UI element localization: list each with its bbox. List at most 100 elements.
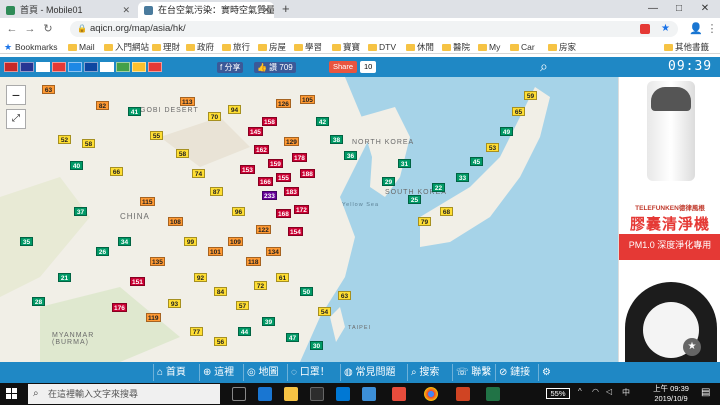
aqi-station-marker[interactable]: 153 [240,165,255,174]
bookmark-item[interactable]: 其他書籤 [664,41,709,53]
aqi-station-marker[interactable]: 58 [176,149,189,158]
aqi-station-marker[interactable]: 55 [150,131,163,140]
bookmark-item[interactable]: 入門網站 [104,41,149,53]
facebook-like-button[interactable]: 👍 讚 709 [254,62,296,73]
search-icon[interactable]: ⌕ [540,58,548,75]
aqi-station-marker[interactable]: 87 [210,187,223,196]
address-bar[interactable]: 🔒 aqicn.org/map/asia/hk/ ★ [70,21,678,37]
aqi-station-marker[interactable]: 126 [276,99,291,108]
aqi-station-marker[interactable]: 79 [418,217,431,226]
bookmark-item[interactable]: 醫院 [442,41,470,53]
bookmark-item[interactable]: 政府 [186,41,214,53]
battery-indicator[interactable]: 55% [546,388,570,399]
aqi-station-marker[interactable]: 68 [440,207,453,216]
aqi-station-marker[interactable]: 59 [524,91,537,100]
bookmark-item[interactable]: Mail [68,41,95,53]
bookmark-item[interactable]: DTV [368,41,396,53]
bookmark-item[interactable]: 寶寶 [332,41,360,53]
volume-icon[interactable]: ◁ [606,387,612,396]
aqi-map[interactable]: − ⤢ GOBI DESERT NORTH KOREA SOUTH KOREA … [0,77,618,362]
aqi-station-marker[interactable]: 155 [276,173,291,182]
nav-contact[interactable]: ☏ 聯繫 [452,364,491,381]
aqi-station-marker[interactable]: 113 [180,97,195,106]
aqi-station-marker[interactable]: 159 [268,159,283,168]
language-flag-icon[interactable] [20,62,34,72]
aqi-station-marker[interactable]: 99 [184,237,197,246]
aqi-station-marker[interactable]: 118 [246,257,261,266]
notification-icon[interactable]: ▤ [701,387,710,398]
aqi-station-marker[interactable]: 101 [208,247,223,256]
aqi-station-marker[interactable]: 25 [408,195,421,204]
aqi-station-marker[interactable]: 61 [276,273,289,282]
nav-map[interactable]: ◎ 地圖 [243,364,279,381]
close-tab-icon[interactable]: ✕ [262,2,270,18]
menu-icon[interactable]: ⋮ [704,21,720,37]
new-tab-button[interactable]: + [282,1,290,16]
aqi-station-marker[interactable]: 65 [512,107,525,116]
close-window-button[interactable]: ✕ [692,0,718,18]
back-icon[interactable]: ← [4,21,20,37]
nav-links[interactable]: ⊘ 鏈接 [495,364,530,381]
zoom-out-button[interactable]: − [6,85,26,105]
aqi-station-marker[interactable]: 39 [262,317,275,326]
aqi-station-marker[interactable]: 28 [32,297,45,306]
aqi-station-marker[interactable]: 94 [228,105,241,114]
maximize-button[interactable]: □ [666,0,692,18]
aqi-station-marker[interactable]: 47 [286,333,299,342]
aqi-station-marker[interactable]: 82 [96,101,109,110]
aqi-station-marker[interactable]: 115 [140,197,155,206]
task-view-icon[interactable] [232,387,246,401]
nav-mask[interactable]: ◌ 口罩！ [287,364,330,381]
powerpoint-icon[interactable] [456,387,470,401]
minimize-button[interactable]: — [640,0,666,18]
aqi-station-marker[interactable]: 172 [294,205,309,214]
language-flag-icon[interactable] [132,62,146,72]
word-icon[interactable] [362,387,376,401]
bookmark-item[interactable]: ★ Bookmarks [4,41,58,53]
store-icon[interactable] [310,387,324,401]
bookmark-item[interactable]: 休閒 [406,41,434,53]
nav-settings[interactable]: ⚙ [538,364,551,381]
aqi-station-marker[interactable]: 84 [214,287,227,296]
nav-search[interactable]: ⌕ 搜索 [407,364,439,381]
bookmark-item[interactable]: My [478,41,500,53]
aqi-station-marker[interactable]: 134 [266,247,281,256]
aqi-station-marker[interactable]: 108 [168,217,183,226]
aqi-station-marker[interactable]: 54 [318,307,331,316]
aqi-station-marker[interactable]: 168 [276,209,291,218]
tab-aqicn[interactable]: 在台空氣污染：實時空氣質量指數 ✕ [138,2,274,18]
aqi-station-marker[interactable]: 72 [254,281,267,290]
aqi-station-marker[interactable]: 37 [74,207,87,216]
extension-icon[interactable] [640,24,650,34]
language-flag-icon[interactable] [148,62,162,72]
air-purifier-ad[interactable]: TELEFUNKEN德律風根 膠囊清淨機 PM1.0 深度淨化專用 [618,77,720,362]
aqi-station-marker[interactable]: 58 [82,139,95,148]
aqi-station-marker[interactable]: 188 [300,169,315,178]
aqi-station-marker[interactable]: 119 [146,313,161,322]
aqi-station-marker[interactable]: 22 [432,183,445,192]
language-flag-icon[interactable] [4,62,18,72]
favorite-star-button[interactable]: ★ [683,338,701,356]
bookmark-item[interactable]: 房家 [548,41,576,53]
aqi-station-marker[interactable]: 33 [456,173,469,182]
aqi-station-marker[interactable]: 70 [208,112,221,121]
nav-faq[interactable]: ◍ 常見問題 [340,364,396,381]
language-flag-icon[interactable] [36,62,50,72]
reload-icon[interactable]: ↻ [40,21,56,37]
edge-icon[interactable] [258,387,272,401]
aqi-station-marker[interactable]: 63 [338,291,351,300]
chrome-icon[interactable] [424,387,438,401]
aqi-station-marker[interactable]: 66 [110,167,123,176]
aqi-station-marker[interactable]: 26 [96,247,109,256]
aqi-station-marker[interactable]: 178 [292,153,307,162]
aqi-station-marker[interactable]: 96 [232,207,245,216]
nav-home[interactable]: ⌂ 首頁 [153,364,186,381]
aqi-station-marker[interactable]: 92 [194,273,207,282]
windows-start-icon[interactable] [6,388,18,400]
share-button[interactable]: Share [329,61,358,73]
aqi-station-marker[interactable]: 52 [58,135,71,144]
aqi-station-marker[interactable]: 42 [316,117,329,126]
bookmark-item[interactable]: Car [510,41,535,53]
lock-icon[interactable]: 🔒 [77,21,87,37]
language-flag-icon[interactable] [116,62,130,72]
